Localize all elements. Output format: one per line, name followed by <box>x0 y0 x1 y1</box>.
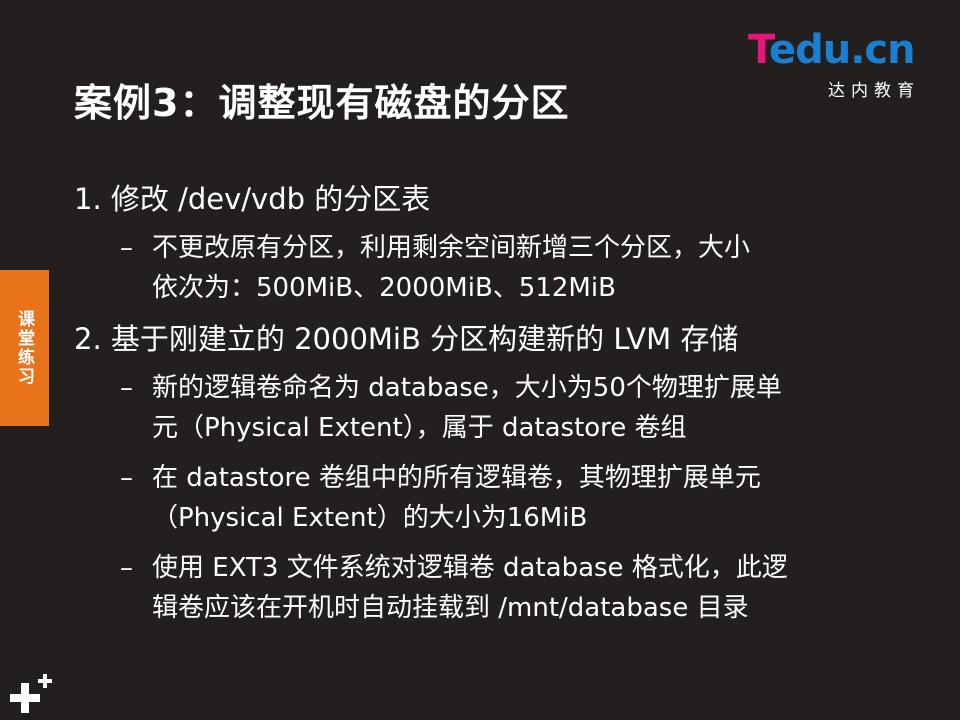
slide-content: 1. 修改 /dev/vdb 的分区表 – 不更改原有分区，利用剩余空间新增三个… <box>74 178 874 638</box>
sub-item-line: 不更改原有分区，利用剩余空间新增三个分区，大小 <box>152 233 751 263</box>
sub-item-line: 在 datastore 卷组中的所有逻辑卷，其物理扩展单元 <box>152 463 761 493</box>
plus-plus-icon <box>10 674 52 713</box>
dash-bullet: – <box>120 553 133 583</box>
side-tab-label: 课堂练习 <box>14 310 34 386</box>
side-tab-practice: 课堂练习 <box>0 270 49 426</box>
dash-bullet: – <box>120 373 133 403</box>
sub-item-line: 元（Physical Extent），属于 datastore 卷组 <box>152 413 687 443</box>
logo-wordmark: Tedu.cn <box>748 27 916 73</box>
tedu-logo: Tedu.cn 达内教育 <box>748 27 938 101</box>
sub-item-line: 辑卷应该在开机时自动挂载到 /mnt/database 目录 <box>152 593 749 623</box>
sub-item-line: （Physical Extent）的大小为16MiB <box>152 503 588 533</box>
list-item-2: 2. 基于刚建立的 2000MiB 分区构建新的 LVM 存储 <box>74 322 739 356</box>
sub-item-line: 新的逻辑卷命名为 database，大小为50个物理扩展单 <box>152 373 782 403</box>
list-item-1: 1. 修改 /dev/vdb 的分区表 <box>74 182 431 216</box>
logo-subtitle: 达内教育 <box>828 81 920 101</box>
dash-bullet: – <box>120 233 133 263</box>
sub-item-2-2: – 在 datastore 卷组中的所有逻辑卷，其物理扩展单元 （Physica… <box>74 458 874 538</box>
sub-item-line: 依次为：500MiB、2000MiB、512MiB <box>152 273 616 303</box>
sub-item-2-1: – 新的逻辑卷命名为 database，大小为50个物理扩展单 元（Physic… <box>74 368 874 448</box>
logo-text-rest: edu.cn <box>768 27 916 73</box>
dash-bullet: – <box>120 463 133 493</box>
sub-item-2-3: – 使用 EXT3 文件系统对逻辑卷 database 格式化，此逻 辑卷应该在… <box>74 548 874 628</box>
sub-item-1-1: – 不更改原有分区，利用剩余空间新增三个分区，大小 依次为：500MiB、200… <box>74 228 874 308</box>
sub-item-line: 使用 EXT3 文件系统对逻辑卷 database 格式化，此逻 <box>152 553 788 583</box>
slide-title: 案例3：调整现有磁盘的分区 <box>74 81 570 125</box>
logo-letter-t: T <box>748 27 770 73</box>
